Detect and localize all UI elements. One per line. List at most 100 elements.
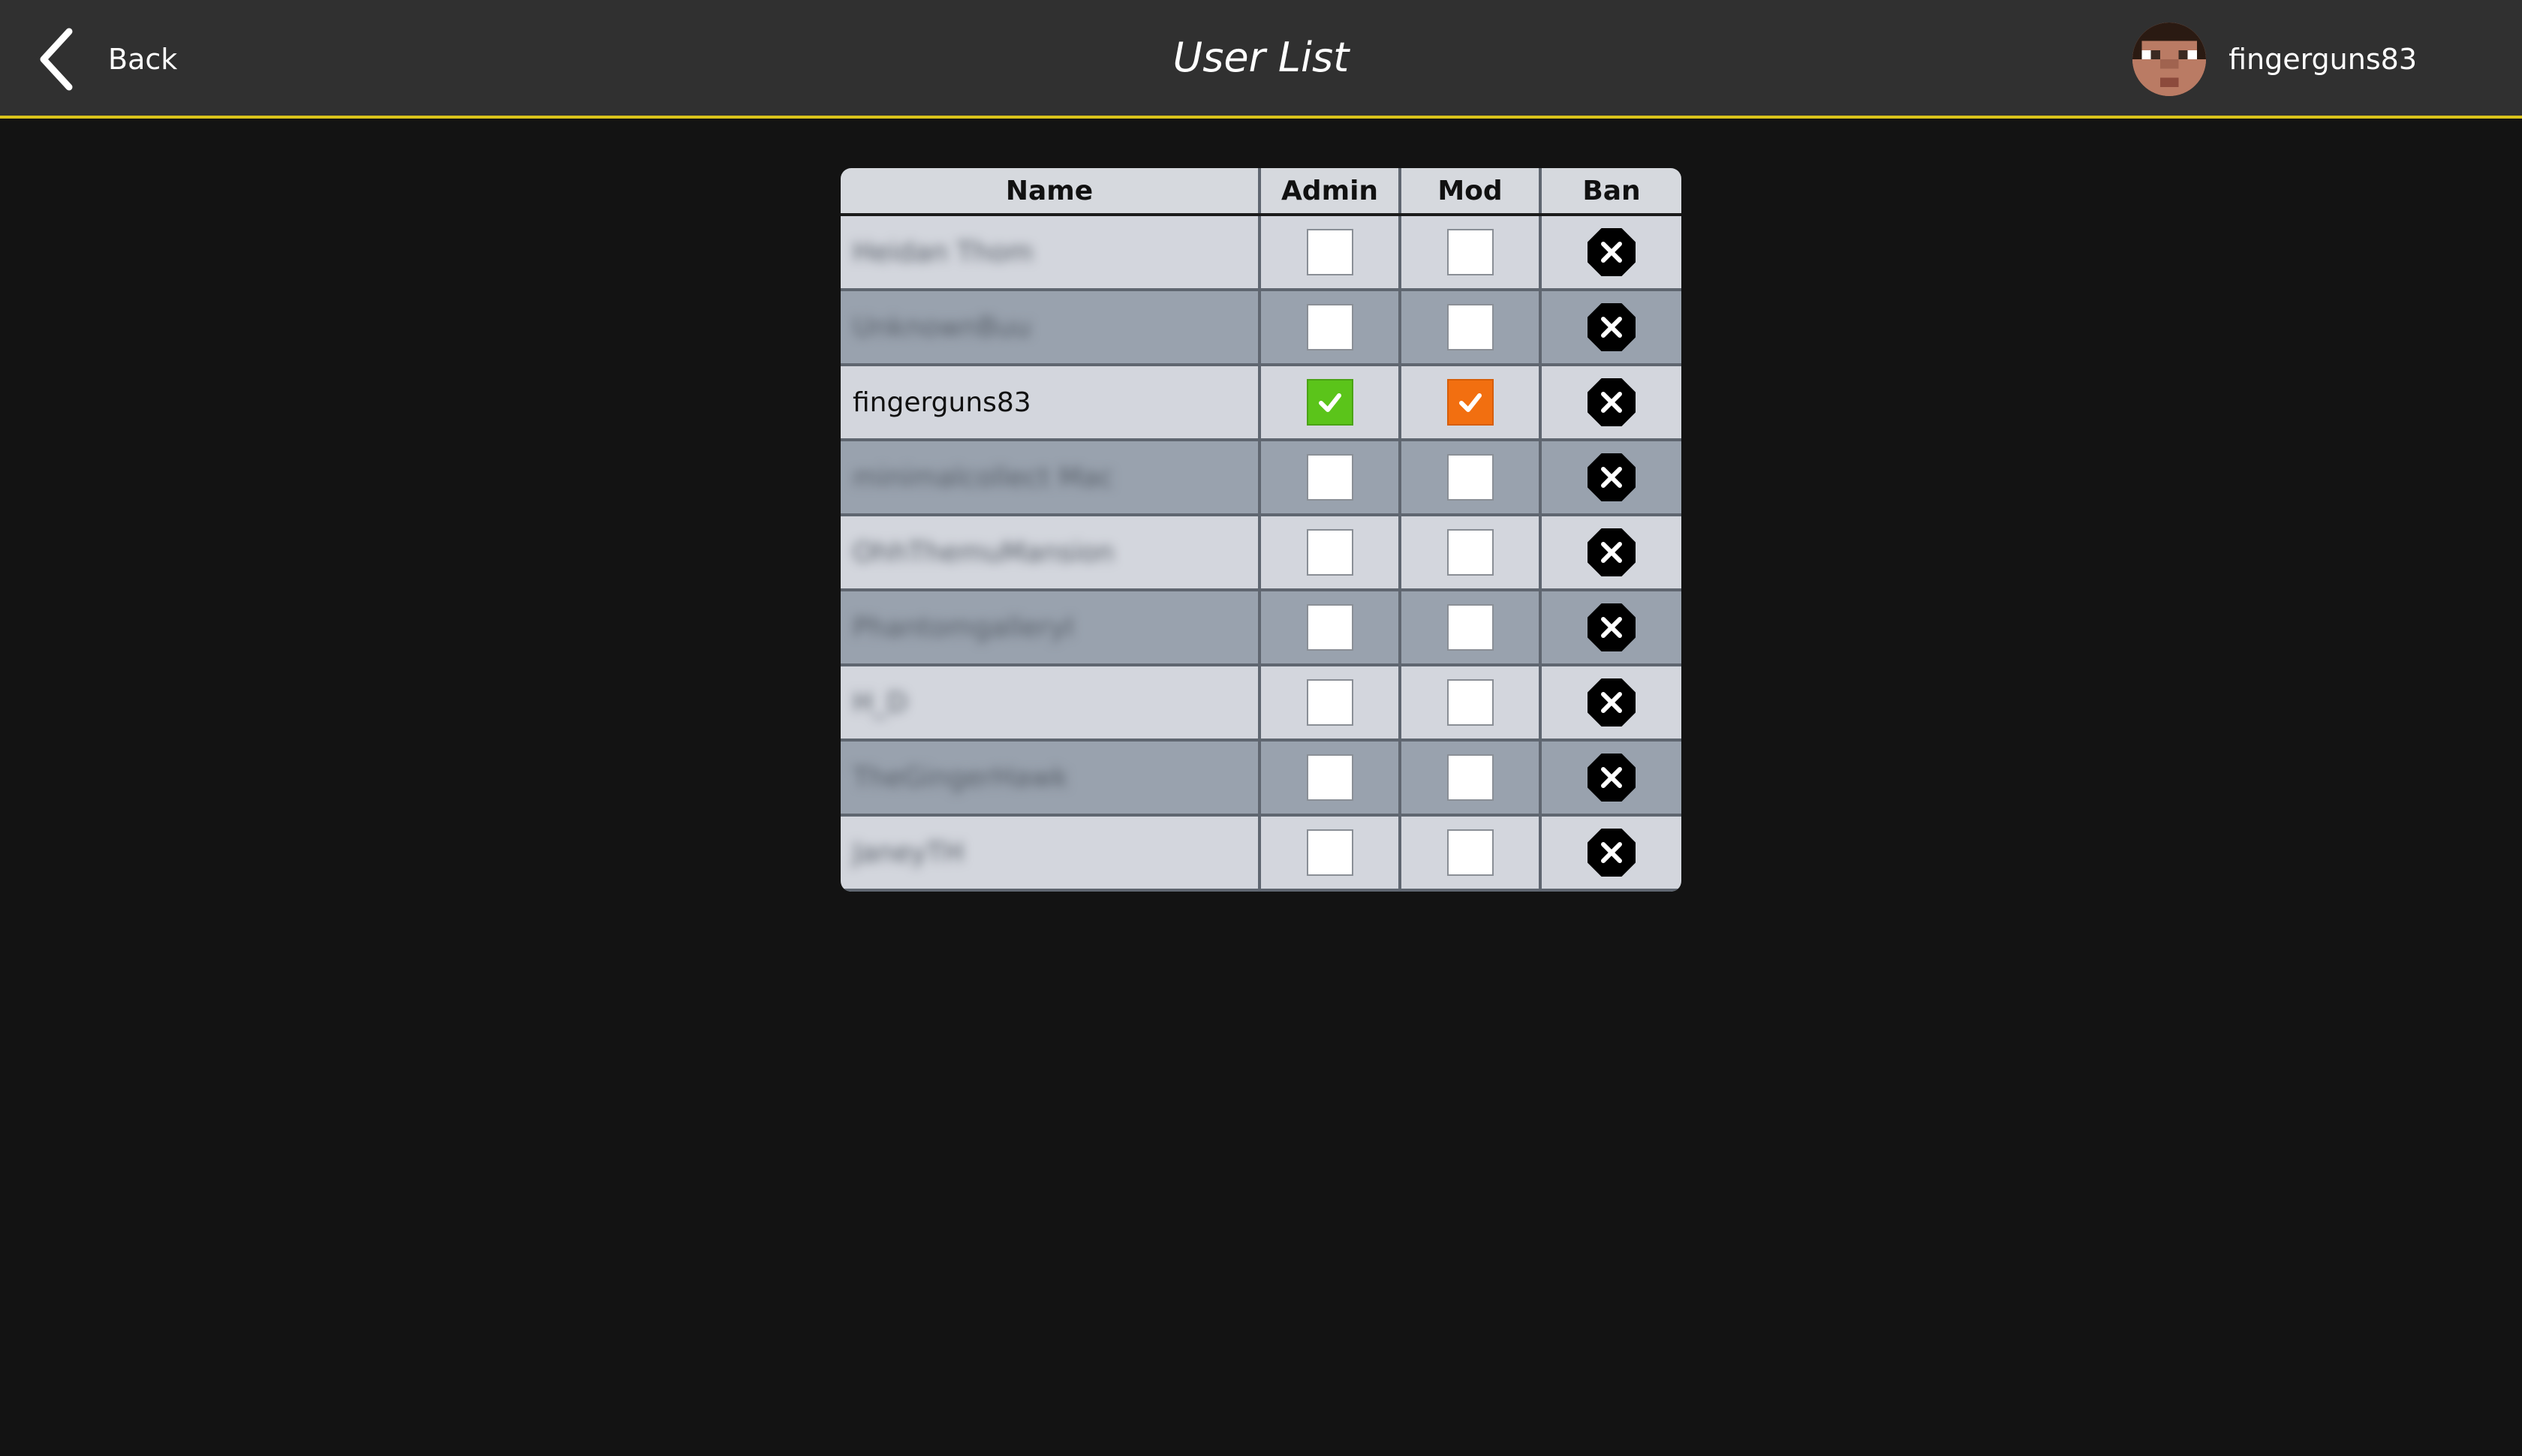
ban-cell	[1542, 291, 1681, 363]
avatar	[2132, 23, 2207, 96]
table-header: Name Admin Mod Ban	[841, 168, 1681, 216]
close-octagon-icon	[1588, 678, 1636, 726]
mod-cell	[1401, 291, 1542, 363]
mod-checkbox[interactable]	[1446, 529, 1494, 576]
username-label: fingerguns83	[2229, 43, 2417, 76]
admin-cell	[1261, 666, 1401, 739]
admin-cell	[1261, 817, 1401, 889]
ban-cell	[1542, 742, 1681, 814]
user-name: OhhThemuMansion	[853, 537, 1115, 568]
mod-checkbox[interactable]	[1446, 679, 1494, 726]
ban-cell	[1542, 817, 1681, 889]
close-octagon-icon	[1588, 754, 1636, 802]
name-cell: minimalcollect Mac	[841, 441, 1261, 513]
user-name: fingerguns83	[853, 387, 1031, 418]
mod-checkbox[interactable]	[1446, 454, 1494, 501]
ban-button[interactable]	[1587, 528, 1636, 577]
ban-button[interactable]	[1587, 828, 1636, 877]
user-name: Heidan Thom	[853, 236, 1034, 268]
ban-button[interactable]	[1587, 453, 1636, 502]
column-header-admin: Admin	[1261, 168, 1401, 213]
ban-cell	[1542, 216, 1681, 288]
close-octagon-icon	[1588, 603, 1636, 651]
admin-checkbox[interactable]	[1306, 754, 1353, 801]
check-icon	[1458, 393, 1482, 412]
close-octagon-icon	[1588, 829, 1636, 877]
admin-checkbox[interactable]	[1306, 379, 1353, 426]
ban-cell	[1542, 366, 1681, 438]
admin-checkbox[interactable]	[1306, 604, 1353, 651]
name-cell: Heidan Thom	[841, 216, 1261, 288]
close-octagon-icon	[1588, 303, 1636, 351]
ban-cell	[1542, 591, 1681, 663]
user-profile[interactable]: fingerguns83	[2132, 23, 2417, 96]
close-octagon-icon	[1588, 453, 1636, 501]
admin-cell	[1261, 591, 1401, 663]
mod-cell	[1401, 817, 1542, 889]
ban-button[interactable]	[1587, 227, 1636, 277]
admin-checkbox[interactable]	[1306, 454, 1353, 501]
user-name: H_D	[853, 687, 907, 718]
table-row: PhantomgalleryI	[841, 591, 1681, 666]
column-header-name: Name	[841, 168, 1261, 213]
admin-cell	[1261, 742, 1401, 814]
pixel-face-icon	[2132, 23, 2207, 96]
mod-cell	[1401, 366, 1542, 438]
mod-cell	[1401, 591, 1542, 663]
name-cell: fingerguns83	[841, 366, 1261, 438]
ban-cell	[1542, 441, 1681, 513]
mod-checkbox[interactable]	[1446, 829, 1494, 876]
check-icon	[1318, 393, 1341, 412]
mod-checkbox[interactable]	[1446, 304, 1494, 350]
admin-checkbox[interactable]	[1306, 304, 1353, 350]
mod-cell	[1401, 516, 1542, 588]
ban-cell	[1542, 516, 1681, 588]
mod-checkbox[interactable]	[1446, 604, 1494, 651]
table-row: UnknownBuu	[841, 291, 1681, 366]
admin-checkbox[interactable]	[1306, 679, 1353, 726]
close-octagon-icon	[1588, 528, 1636, 576]
table-row: JaneyTH	[841, 817, 1681, 892]
admin-cell	[1261, 366, 1401, 438]
ban-button[interactable]	[1587, 678, 1636, 727]
user-name: TheGingerHawk	[853, 762, 1068, 793]
admin-checkbox[interactable]	[1306, 529, 1353, 576]
admin-checkbox[interactable]	[1306, 229, 1353, 275]
name-cell: UnknownBuu	[841, 291, 1261, 363]
mod-cell	[1401, 441, 1542, 513]
mod-cell	[1401, 666, 1542, 739]
column-header-ban: Ban	[1582, 175, 1641, 206]
ban-button[interactable]	[1587, 378, 1636, 427]
ban-button[interactable]	[1587, 753, 1636, 802]
mod-checkbox[interactable]	[1446, 229, 1494, 275]
admin-checkbox[interactable]	[1306, 829, 1353, 876]
table-row: H_D	[841, 666, 1681, 742]
user-name: minimalcollect Mac	[853, 462, 1114, 493]
user-name: UnknownBuu	[853, 311, 1031, 343]
table-body: Heidan Thom UnknownBuu fingerguns83 minimal…	[841, 216, 1681, 892]
admin-cell	[1261, 516, 1401, 588]
ban-cell	[1542, 666, 1681, 739]
user-name: PhantomgalleryI	[853, 612, 1074, 643]
mod-checkbox[interactable]	[1446, 754, 1494, 801]
table-row: OhhThemuMansion	[841, 516, 1681, 591]
name-cell: PhantomgalleryI	[841, 591, 1261, 663]
mod-checkbox[interactable]	[1446, 379, 1494, 426]
admin-cell	[1261, 441, 1401, 513]
close-octagon-icon	[1588, 228, 1636, 276]
ban-button[interactable]	[1587, 302, 1636, 352]
user-table: Name Admin Mod Ban Heidan Thom UnknownBuu…	[841, 168, 1681, 892]
top-bar: Back User List fingerguns83	[0, 0, 2522, 119]
admin-cell	[1261, 291, 1401, 363]
admin-cell	[1261, 216, 1401, 288]
name-cell: OhhThemuMansion	[841, 516, 1261, 588]
ban-button[interactable]	[1587, 603, 1636, 652]
mod-cell	[1401, 216, 1542, 288]
table-row: TheGingerHawk	[841, 742, 1681, 817]
name-cell: TheGingerHawk	[841, 742, 1261, 814]
table-row: fingerguns83	[841, 366, 1681, 441]
name-cell: H_D	[841, 666, 1261, 739]
close-octagon-icon	[1588, 378, 1636, 426]
column-header-mod: Mod	[1401, 168, 1542, 213]
table-row: minimalcollect Mac	[841, 441, 1681, 516]
